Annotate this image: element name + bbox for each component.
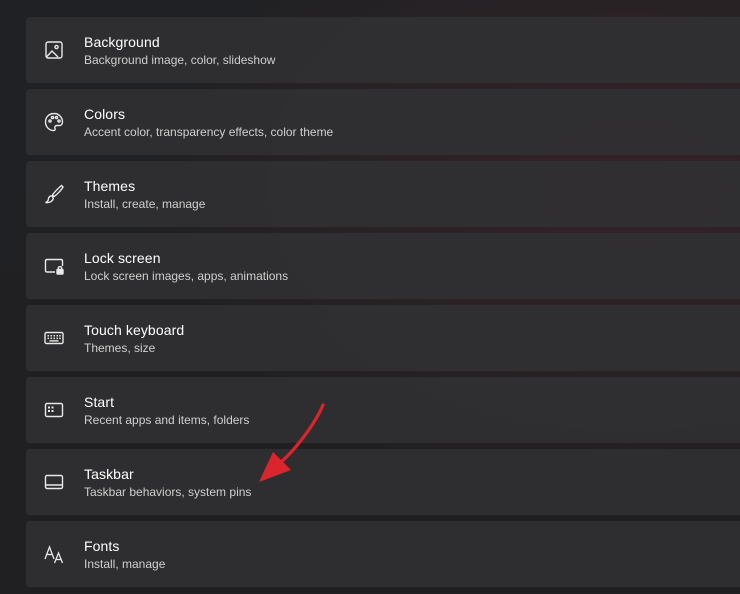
brush-icon [42,182,66,206]
setting-title: Taskbar [84,465,134,482]
setting-card-touch-keyboard[interactable]: Touch keyboard Themes, size [26,305,740,371]
lock-screen-icon [42,254,66,278]
image-icon [42,38,66,62]
setting-subtitle: Themes, size [84,340,156,355]
setting-title: Lock screen [84,249,161,266]
setting-subtitle: Background image, color, slideshow [84,52,276,67]
setting-title: Background [84,33,160,50]
setting-subtitle: Lock screen images, apps, animations [84,268,289,283]
setting-card-lock-screen[interactable]: Lock screen Lock screen images, apps, an… [26,233,740,299]
setting-title: Fonts [84,537,120,554]
setting-title: Themes [84,177,136,194]
setting-title: Touch keyboard [84,321,185,338]
fonts-icon [42,542,66,566]
setting-card-start[interactable]: Start Recent apps and items, folders [26,377,740,443]
setting-subtitle: Recent apps and items, folders [84,412,250,427]
setting-title: Colors [84,105,126,122]
setting-subtitle: Taskbar behaviors, system pins [84,484,252,499]
start-menu-icon [42,398,66,422]
personalization-settings-page: Background Background image, color, slid… [0,0,740,594]
setting-subtitle: Install, manage [84,556,166,571]
palette-icon [42,110,66,134]
taskbar-icon [42,470,66,494]
setting-card-fonts[interactable]: Fonts Install, manage [26,521,740,587]
setting-card-themes[interactable]: Themes Install, create, manage [26,161,740,227]
setting-subtitle: Accent color, transparency effects, colo… [84,124,334,139]
setting-subtitle: Install, create, manage [84,196,206,211]
setting-title: Start [84,393,115,410]
setting-card-colors[interactable]: Colors Accent color, transparency effect… [26,89,740,155]
setting-card-background[interactable]: Background Background image, color, slid… [26,17,740,83]
settings-list: Background Background image, color, slid… [26,17,740,593]
setting-card-taskbar[interactable]: Taskbar Taskbar behaviors, system pins [26,449,740,515]
keyboard-icon [42,326,66,350]
